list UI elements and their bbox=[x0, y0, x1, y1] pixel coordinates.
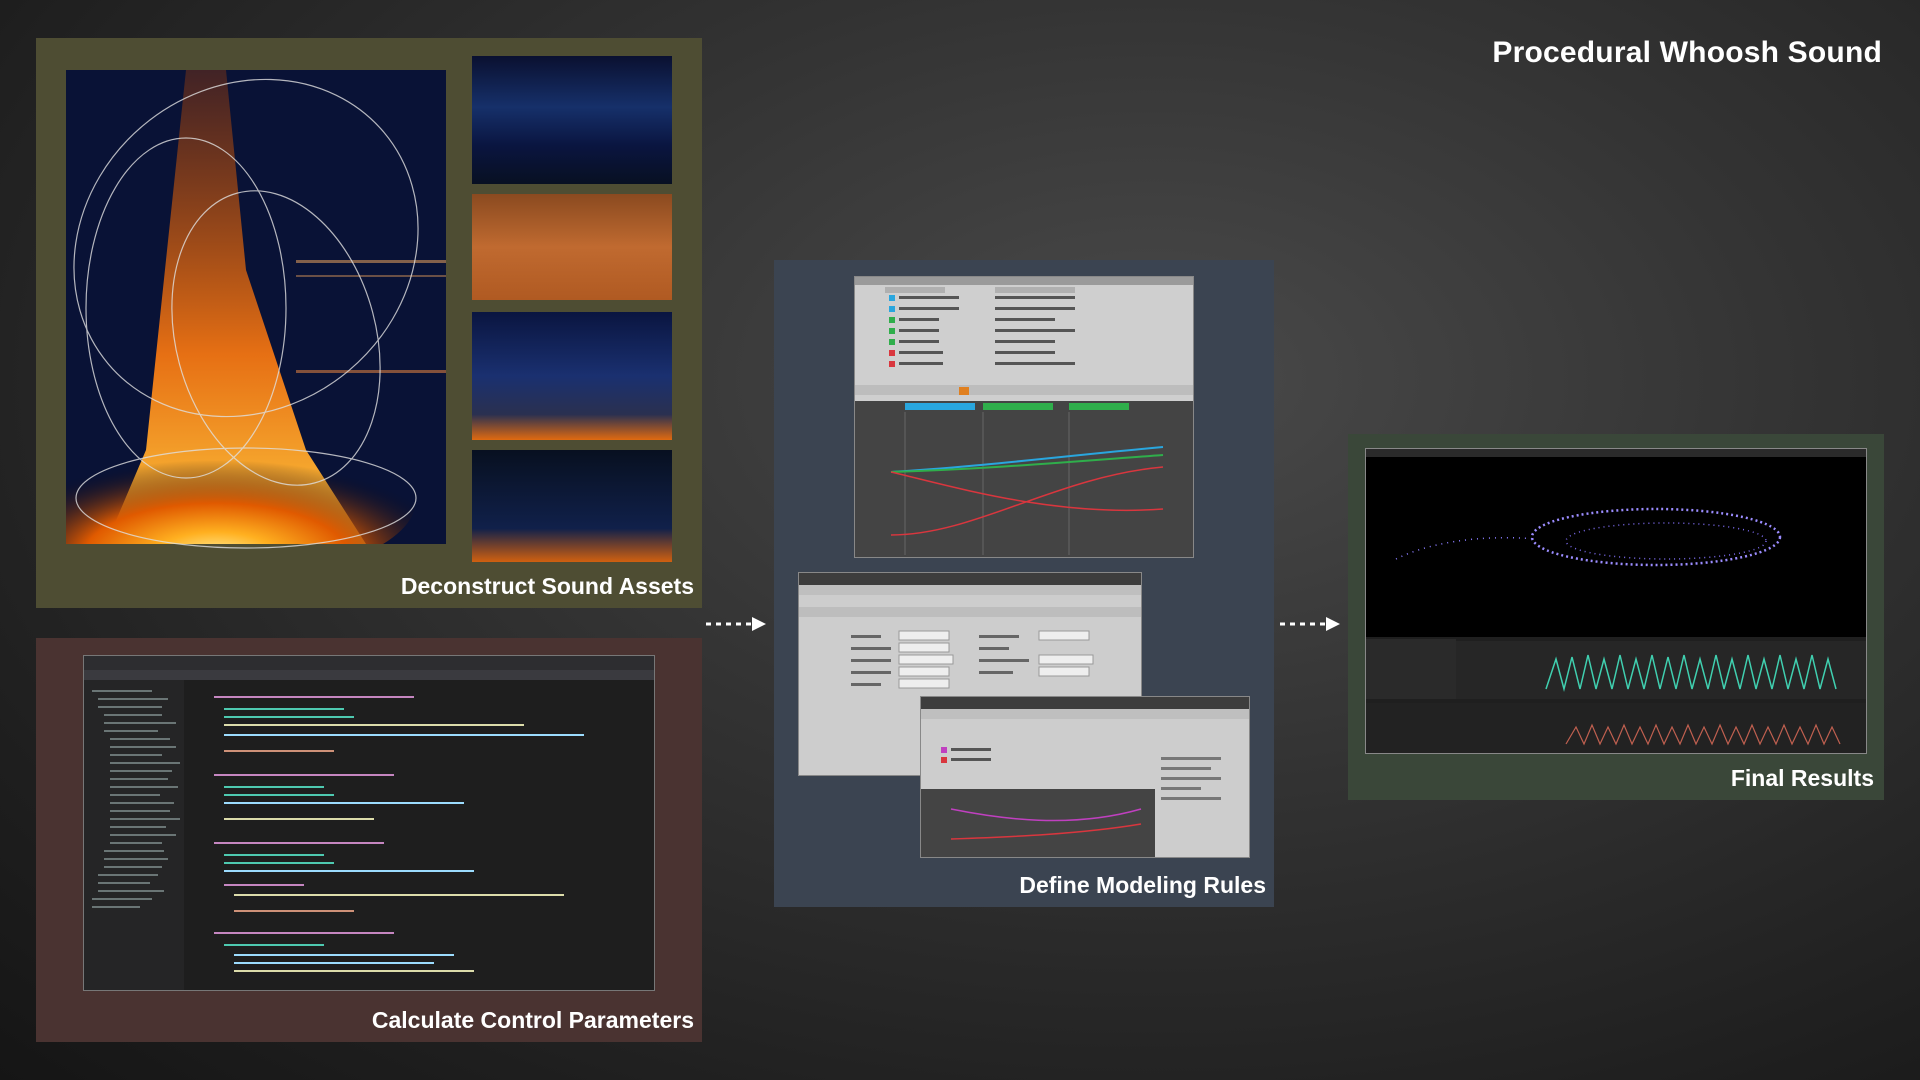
spectrogram-band-1 bbox=[472, 56, 672, 184]
rtpc-graph-window bbox=[854, 276, 1194, 558]
stage-label-deconstruct: Deconstruct Sound Assets bbox=[400, 573, 694, 599]
visualizer-window bbox=[1365, 448, 1867, 754]
stage-label-modeling: Define Modeling Rules bbox=[1019, 872, 1266, 898]
final-panel: Final Results bbox=[1348, 434, 1884, 800]
spectrogram-band-2 bbox=[472, 194, 672, 300]
spectrogram-band-4 bbox=[472, 450, 672, 562]
arrow-to-final bbox=[1280, 617, 1340, 631]
spectrogram-band-3 bbox=[472, 312, 672, 440]
code-editor-window bbox=[83, 655, 655, 991]
modeling-panel: Define Modeling Rules bbox=[774, 260, 1274, 907]
stage-label-final: Final Results bbox=[1730, 765, 1874, 791]
page-title: Procedural Whoosh Sound bbox=[1492, 36, 1882, 69]
stage-label-calculate: Calculate Control Parameters bbox=[371, 1007, 694, 1033]
arrow-to-modeling bbox=[706, 617, 766, 631]
deconstruct-panel: Deconstruct Sound Assets bbox=[36, 38, 702, 608]
lfo-rtpc-window bbox=[920, 696, 1250, 858]
calculate-panel: Calculate Control Parameters bbox=[36, 638, 702, 1042]
